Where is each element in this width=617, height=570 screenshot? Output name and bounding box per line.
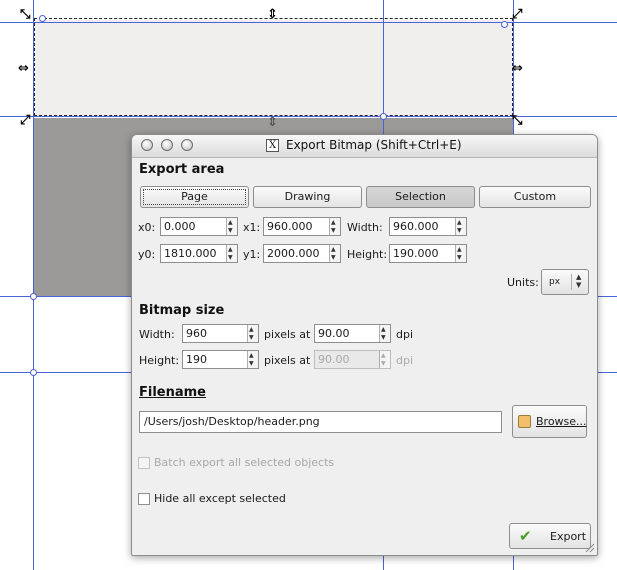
folder-icon: [518, 415, 531, 428]
y1-input[interactable]: [267, 246, 329, 261]
y0-label: y0:: [138, 248, 156, 261]
batch-export-label: Batch export all selected objects: [154, 456, 335, 469]
x1-input[interactable]: [267, 219, 329, 234]
batch-export-checkbox[interactable]: [138, 457, 150, 469]
pixels-at-label: pixels at: [264, 354, 311, 367]
x1-spin[interactable]: ▲▼: [263, 217, 341, 236]
dpi-x-input[interactable]: [318, 326, 378, 341]
units-label: Units:: [507, 276, 539, 289]
height-label: Height:: [347, 248, 388, 261]
bitmap-height-label: Height:: [139, 354, 180, 367]
selection-area-label: Selection: [395, 190, 446, 203]
node-handle[interactable]: [39, 15, 46, 22]
filename-field[interactable]: [139, 411, 502, 433]
height-spin[interactable]: ▲▼: [389, 244, 467, 263]
width-spin[interactable]: ▲▼: [389, 217, 467, 236]
dpi-x-spin[interactable]: ▲▼: [314, 324, 391, 343]
bitmap-size-heading: Bitmap size: [139, 303, 225, 318]
browse-button[interactable]: Browse...: [512, 405, 587, 438]
page-area-button[interactable]: Page: [140, 186, 249, 208]
units-select[interactable]: px ▲ ▼: [541, 269, 589, 295]
dpi-label: dpi: [396, 354, 414, 367]
selection-area-button[interactable]: Selection: [366, 186, 475, 208]
x0-input[interactable]: [164, 219, 226, 234]
x11-app-icon: X: [266, 139, 279, 152]
dpi-y-input: [318, 352, 378, 367]
window-title: Export Bitmap (Shift+Ctrl+E): [286, 138, 462, 152]
dpi-label: dpi: [396, 328, 414, 341]
minimize-window-button[interactable]: [161, 139, 173, 151]
bitmap-height-spin[interactable]: ▲▼: [182, 350, 259, 369]
filename-heading: Filename: [139, 385, 206, 400]
export-area-heading: Export area: [139, 162, 225, 177]
x0-label: x0:: [138, 221, 156, 234]
checkmark-icon: ✔: [519, 527, 532, 545]
node-handle[interactable]: [30, 369, 37, 376]
hide-all-except-selected-checkbox[interactable]: [138, 493, 150, 505]
node-handle[interactable]: [501, 21, 508, 28]
scale-handle-top-right-icon[interactable]: ⤢: [512, 8, 522, 21]
filename-input[interactable]: [144, 415, 494, 428]
close-window-button[interactable]: [141, 139, 153, 151]
scale-handle-top-left-icon[interactable]: ⤡: [20, 8, 30, 21]
scale-handle-right-icon[interactable]: ⇔: [512, 62, 523, 75]
hide-all-except-selected-label: Hide all except selected: [154, 492, 286, 505]
export-label: Export: [550, 530, 587, 543]
title-bar[interactable]: X Export Bitmap (Shift+Ctrl+E): [132, 135, 597, 158]
bitmap-height-input[interactable]: [186, 352, 246, 367]
drawing-area-label: Drawing: [284, 190, 331, 203]
bitmap-width-label: Width:: [139, 328, 175, 341]
scale-handle-bottom-left-icon[interactable]: ⤢: [20, 114, 30, 127]
scale-handle-bottom-icon[interactable]: ⇕: [267, 116, 278, 129]
y1-label: y1:: [243, 248, 261, 261]
scale-handle-bottom-right-icon[interactable]: ⤡: [512, 114, 522, 127]
height-input[interactable]: [393, 246, 455, 261]
custom-area-label: Custom: [513, 190, 557, 203]
drawing-area-button[interactable]: Drawing: [253, 186, 362, 208]
node-handle[interactable]: [30, 293, 37, 300]
dpi-y-spin: ▲▼: [314, 350, 391, 369]
y0-spin[interactable]: ▲▼: [160, 244, 238, 263]
bitmap-width-spin[interactable]: ▲▼: [182, 324, 259, 343]
x0-spin[interactable]: ▲▼: [160, 217, 238, 236]
resize-grip-icon[interactable]: [583, 541, 595, 553]
export-button[interactable]: ✔ Export: [509, 523, 591, 549]
node-handle[interactable]: [380, 113, 387, 120]
browse-label: Browse...: [536, 415, 587, 428]
y1-spin[interactable]: ▲▼: [263, 244, 341, 263]
x1-label: x1:: [243, 221, 261, 234]
y0-input[interactable]: [164, 246, 226, 261]
width-input[interactable]: [393, 219, 455, 234]
page-area-label: Page: [181, 190, 208, 203]
scale-handle-top-icon[interactable]: ⇕: [267, 8, 278, 21]
updown-icon: ▲ ▼: [576, 273, 582, 289]
guide-horizontal[interactable]: [0, 116, 617, 117]
pixels-at-label: pixels at: [264, 328, 311, 341]
width-label: Width:: [347, 221, 383, 234]
maximize-window-button[interactable]: [181, 139, 193, 151]
scale-handle-left-icon[interactable]: ⇔: [18, 62, 29, 75]
selection-bounding-box: [34, 18, 513, 116]
units-value: px: [549, 277, 561, 287]
bitmap-width-input[interactable]: [186, 326, 246, 341]
export-bitmap-dialog: X Export Bitmap (Shift+Ctrl+E) Export ar…: [131, 134, 598, 556]
custom-area-button[interactable]: Custom: [479, 186, 591, 208]
